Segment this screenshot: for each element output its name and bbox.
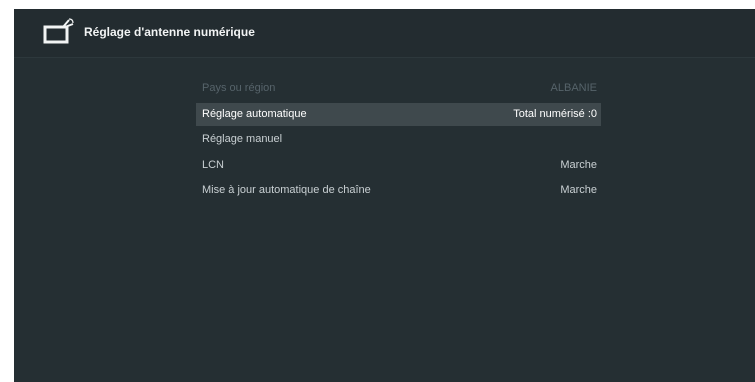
menu-item-auto-channel-update[interactable]: Mise à jour automatique de chaîne Marche (196, 179, 601, 202)
tv-screen: Réglage d'antenne numérique Pays ou régi… (14, 9, 755, 382)
menu-item-label: Réglage manuel (202, 133, 283, 145)
menu-item-label: Mise à jour automatique de chaîne (202, 184, 371, 196)
menu-item-value: Marche (560, 184, 597, 196)
menu-item-auto-tuning[interactable]: Réglage automatique Total numérisé :0 (196, 102, 601, 126)
menu-item-value: Marche (560, 158, 597, 171)
header-bar: Réglage d'antenne numérique (14, 9, 755, 58)
menu-item-value: Total numérisé :0 (513, 107, 597, 120)
menu-item-label: LCN (202, 158, 225, 171)
menu-item-lcn[interactable]: LCN Marche (196, 154, 601, 177)
tv-antenna-icon (42, 18, 76, 46)
menu-item-label: Pays ou région (202, 82, 276, 94)
settings-menu: Pays ou région ALBANIE Réglage automatiq… (196, 77, 601, 205)
menu-item-country-region: Pays ou région ALBANIE (196, 77, 601, 100)
menu-item-manual-tuning[interactable]: Réglage manuel (196, 128, 601, 151)
menu-item-label: Réglage automatique (202, 107, 307, 120)
menu-item-value: ALBANIE (550, 82, 597, 94)
page-title: Réglage d'antenne numérique (84, 25, 255, 39)
